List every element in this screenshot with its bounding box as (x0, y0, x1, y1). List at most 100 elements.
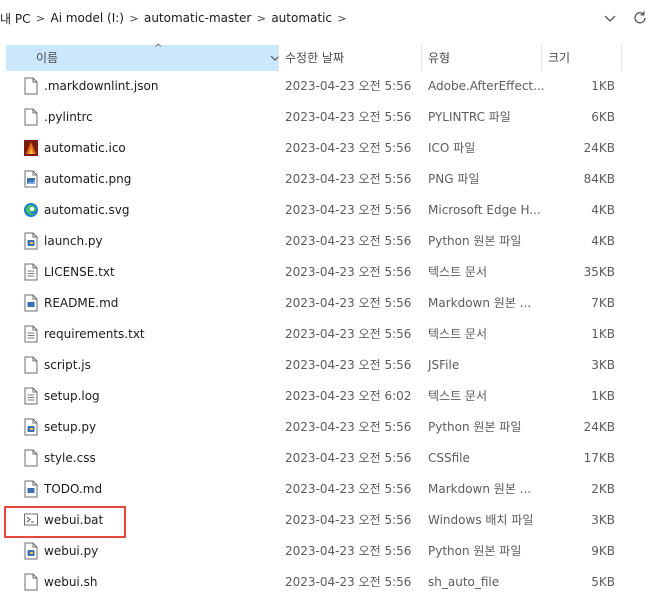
column-header-name-label: 이름 (36, 51, 59, 65)
file-size: 17KB (583, 451, 615, 465)
file-row[interactable]: setup.log 2023-04-23 오전 6:02 텍스트 문서 1KB (0, 381, 658, 412)
file-row[interactable]: webui.py 2023-04-23 오전 5:56 Python 원본 파일 9K… (0, 536, 658, 567)
file-row[interactable]: launch.py 2023-04-23 오전 5:56 Python 원본 파일 4… (0, 226, 658, 257)
breadcrumb: 내 PC > Ai model (I:) > automatic-master … (0, 9, 352, 27)
file-row[interactable]: style.css 2023-04-23 오전 5:56 CSSfile 17KB (0, 443, 658, 474)
file-type: Python 원본 파일 (428, 544, 522, 558)
file-type: Windows 배치 파일 (428, 513, 534, 527)
chevron-right-icon[interactable]: > (30, 12, 50, 25)
file-name: launch.py (44, 234, 103, 248)
file-type: ICO 파일 (428, 141, 476, 155)
file-size: 84KB (583, 172, 615, 186)
column-divider[interactable] (421, 45, 422, 71)
ico-image-icon (23, 139, 39, 157)
file-size: 1KB (591, 327, 615, 341)
blank-file-icon (23, 108, 39, 126)
file-name: script.js (44, 358, 91, 372)
file-size: 24KB (583, 420, 615, 434)
file-type: Markdown 원본 ... (428, 482, 532, 496)
column-divider[interactable] (621, 45, 622, 71)
file-date: 2023-04-23 오전 5:56 (285, 172, 412, 186)
file-type: PYLINTRC 파일 (428, 110, 511, 124)
chevron-right-icon[interactable]: > (251, 12, 271, 25)
column-header-date[interactable]: 수정한 날짜 (285, 45, 415, 71)
python-file-icon (23, 232, 39, 250)
file-date: 2023-04-23 오전 5:56 (285, 203, 412, 217)
file-type: 텍스트 문서 (428, 389, 488, 403)
file-size: 7KB (591, 296, 615, 310)
chevron-down-icon[interactable] (602, 10, 618, 26)
file-type: CSSfile (428, 451, 470, 465)
file-row[interactable]: script.js 2023-04-23 오전 5:56 JSFile 3KB (0, 350, 658, 381)
file-date: 2023-04-23 오전 5:56 (285, 327, 412, 341)
file-size: 9KB (591, 544, 615, 558)
chevron-right-icon[interactable]: > (124, 12, 144, 25)
file-type: Python 원본 파일 (428, 420, 522, 434)
python-file-icon (23, 418, 39, 436)
file-type: JSFile (428, 358, 460, 372)
chevron-down-icon[interactable] (267, 45, 283, 71)
file-name: requirements.txt (44, 327, 145, 341)
file-row[interactable]: .pylintrc 2023-04-23 오전 5:56 PYLINTRC 파일 6K… (0, 102, 658, 133)
file-row[interactable]: automatic.ico 2023-04-23 오전 5:56 ICO 파일 24K… (0, 133, 658, 164)
text-file-icon (23, 387, 39, 405)
file-date: 2023-04-23 오전 5:56 (285, 265, 412, 279)
file-size: 6KB (591, 110, 615, 124)
file-size: 5KB (591, 575, 615, 589)
file-row[interactable]: webui.sh 2023-04-23 오전 5:56 sh_auto_file 5K… (0, 567, 658, 598)
file-name: webui.py (44, 544, 99, 558)
sort-ascending-icon: ^ (154, 43, 163, 54)
breadcrumb-item-this-pc[interactable]: 내 PC (0, 10, 30, 27)
column-header-size[interactable]: 크기 (548, 45, 588, 71)
file-type: Adobe.AfterEffect... (428, 79, 545, 93)
file-name: automatic.ico (44, 141, 126, 155)
file-row[interactable]: automatic.svg 2023-04-23 오전 5:56 Microsoft… (0, 195, 658, 226)
breadcrumb-item-drive[interactable]: Ai model (I:) (50, 11, 123, 25)
file-name: .markdownlint.json (44, 79, 159, 93)
column-divider[interactable] (541, 45, 542, 71)
file-type: Microsoft Edge H... (428, 203, 541, 217)
file-date: 2023-04-23 오전 5:56 (285, 234, 412, 248)
column-header-name[interactable]: ^ 이름 (6, 43, 280, 71)
file-size: 2KB (591, 482, 615, 496)
file-date: 2023-04-23 오전 5:56 (285, 575, 412, 589)
markdown-file-icon (23, 480, 39, 498)
file-row[interactable]: README.md 2023-04-23 오전 5:56 Markdown 원본 .… (0, 288, 658, 319)
text-file-icon (23, 325, 39, 343)
file-date: 2023-04-23 오전 5:56 (285, 358, 412, 372)
file-type: Python 원본 파일 (428, 234, 522, 248)
address-bar[interactable]: 내 PC > Ai model (I:) > automatic-master … (0, 0, 658, 36)
file-size: 1KB (591, 389, 615, 403)
edge-icon (23, 201, 39, 219)
file-size: 4KB (591, 234, 615, 248)
column-header-type[interactable]: 유형 (428, 45, 538, 71)
file-name: .pylintrc (44, 110, 93, 124)
column-header: ^ 이름 수정한 날짜 유형 크기 (0, 43, 658, 71)
column-divider[interactable] (278, 45, 279, 71)
file-row[interactable]: automatic.png 2023-04-23 오전 5:56 PNG 파일 84K… (0, 164, 658, 195)
breadcrumb-item-automatic[interactable]: automatic (271, 11, 332, 25)
file-name: README.md (44, 296, 119, 310)
file-date: 2023-04-23 오전 5:56 (285, 482, 412, 496)
blank-file-icon (23, 356, 39, 374)
text-file-icon (23, 263, 39, 281)
file-row[interactable]: .markdownlint.json 2023-04-23 오전 5:56 Adob… (0, 71, 658, 102)
file-name: setup.py (44, 420, 97, 434)
file-size: 4KB (591, 203, 615, 217)
file-row[interactable]: requirements.txt 2023-04-23 오전 5:56 텍스트 문서… (0, 319, 658, 350)
file-date: 2023-04-23 오전 5:56 (285, 141, 412, 155)
file-type: 텍스트 문서 (428, 327, 488, 341)
file-size: 3KB (591, 358, 615, 372)
file-size: 1KB (591, 79, 615, 93)
file-name: TODO.md (44, 482, 103, 496)
chevron-right-icon[interactable]: > (332, 12, 352, 25)
breadcrumb-item-automatic-master[interactable]: automatic-master (144, 11, 251, 25)
json-file-icon (23, 77, 39, 95)
file-date: 2023-04-23 오전 5:56 (285, 110, 412, 124)
file-type: 텍스트 문서 (428, 265, 488, 279)
file-row[interactable]: LICENSE.txt 2023-04-23 오전 5:56 텍스트 문서 35KB (0, 257, 658, 288)
file-row[interactable]: TODO.md 2023-04-23 오전 5:56 Markdown 원본 ...… (0, 474, 658, 505)
refresh-icon[interactable] (631, 9, 649, 27)
file-row[interactable]: setup.py 2023-04-23 오전 5:56 Python 원본 파일 24… (0, 412, 658, 443)
file-date: 2023-04-23 오전 5:56 (285, 296, 412, 310)
